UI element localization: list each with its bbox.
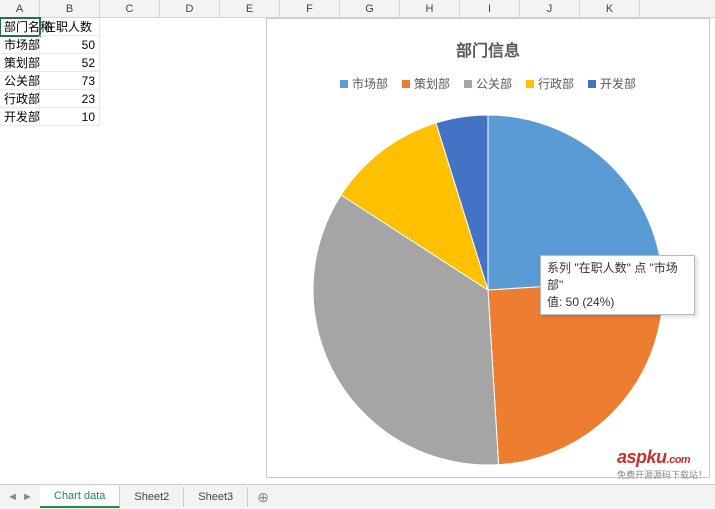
- legend-swatch-icon: [588, 80, 596, 88]
- cell-B1[interactable]: 在职人数: [40, 18, 100, 36]
- add-sheet-button[interactable]: ⊕: [248, 489, 278, 506]
- col-header-D[interactable]: D: [160, 0, 220, 17]
- col-header-H[interactable]: H: [400, 0, 460, 17]
- col-header-I[interactable]: I: [460, 0, 520, 17]
- cell-A5[interactable]: 行政部: [0, 90, 40, 108]
- column-header-row: A B C D E F G H I J K: [0, 0, 715, 18]
- col-header-A[interactable]: A: [0, 0, 40, 17]
- legend-item[interactable]: 市场部: [340, 75, 388, 92]
- sheet-tab-sheet2[interactable]: Sheet2: [120, 487, 184, 507]
- cell-B4[interactable]: 73: [40, 72, 100, 90]
- legend-label: 行政部: [538, 75, 574, 92]
- col-header-J[interactable]: J: [520, 0, 580, 17]
- triangle-left-icon[interactable]: ◄: [7, 491, 18, 503]
- sheet-tab-chart-data[interactable]: Chart data: [40, 486, 120, 508]
- legend-label: 市场部: [352, 75, 388, 92]
- sheet-tab-bar: ◄ ► Chart data Sheet2 Sheet3 ⊕: [0, 484, 715, 509]
- chart-legend: 市场部 策划部 公关部 行政部 开发部: [267, 75, 709, 92]
- legend-swatch-icon: [402, 80, 410, 88]
- chart-tooltip: 系列 "在职人数" 点 "市场部" 值: 50 (24%): [540, 255, 695, 315]
- cell-A1[interactable]: 部门名称: [0, 18, 40, 36]
- watermark-logo: aspku.com 免费开源源码下载站！: [617, 447, 707, 481]
- legend-swatch-icon: [464, 80, 472, 88]
- tab-nav-arrows[interactable]: ◄ ►: [0, 491, 40, 503]
- col-header-G[interactable]: G: [340, 0, 400, 17]
- legend-item[interactable]: 行政部: [526, 75, 574, 92]
- tooltip-line2: 值: 50 (24%): [547, 294, 688, 311]
- cell-B5[interactable]: 23: [40, 90, 100, 108]
- col-header-K[interactable]: K: [580, 0, 640, 17]
- cell-B6[interactable]: 10: [40, 108, 100, 126]
- chart-title: 部门信息: [267, 37, 709, 61]
- cell-A3[interactable]: 策划部: [0, 54, 40, 72]
- legend-swatch-icon: [526, 80, 534, 88]
- cell-B3[interactable]: 52: [40, 54, 100, 72]
- col-header-C[interactable]: C: [100, 0, 160, 17]
- pie-chart-container[interactable]: 部门信息 市场部 策划部 公关部 行政部 开发部: [266, 18, 710, 478]
- legend-item[interactable]: 开发部: [588, 75, 636, 92]
- col-header-F[interactable]: F: [280, 0, 340, 17]
- legend-item[interactable]: 公关部: [464, 75, 512, 92]
- cell-A6[interactable]: 开发部: [0, 108, 40, 126]
- cell-A4[interactable]: 公关部: [0, 72, 40, 90]
- legend-label: 公关部: [476, 75, 512, 92]
- legend-swatch-icon: [340, 80, 348, 88]
- col-header-B[interactable]: B: [40, 0, 100, 17]
- triangle-right-icon[interactable]: ►: [22, 491, 33, 503]
- col-header-E[interactable]: E: [220, 0, 280, 17]
- cell-A2[interactable]: 市场部: [0, 36, 40, 54]
- cell-B2[interactable]: 50: [40, 36, 100, 54]
- plus-circle-icon: ⊕: [257, 489, 269, 505]
- legend-item[interactable]: 策划部: [402, 75, 450, 92]
- sheet-tab-sheet3[interactable]: Sheet3: [184, 487, 248, 507]
- tooltip-line1: 系列 "在职人数" 点 "市场部": [547, 260, 688, 294]
- legend-label: 策划部: [414, 75, 450, 92]
- legend-label: 开发部: [600, 75, 636, 92]
